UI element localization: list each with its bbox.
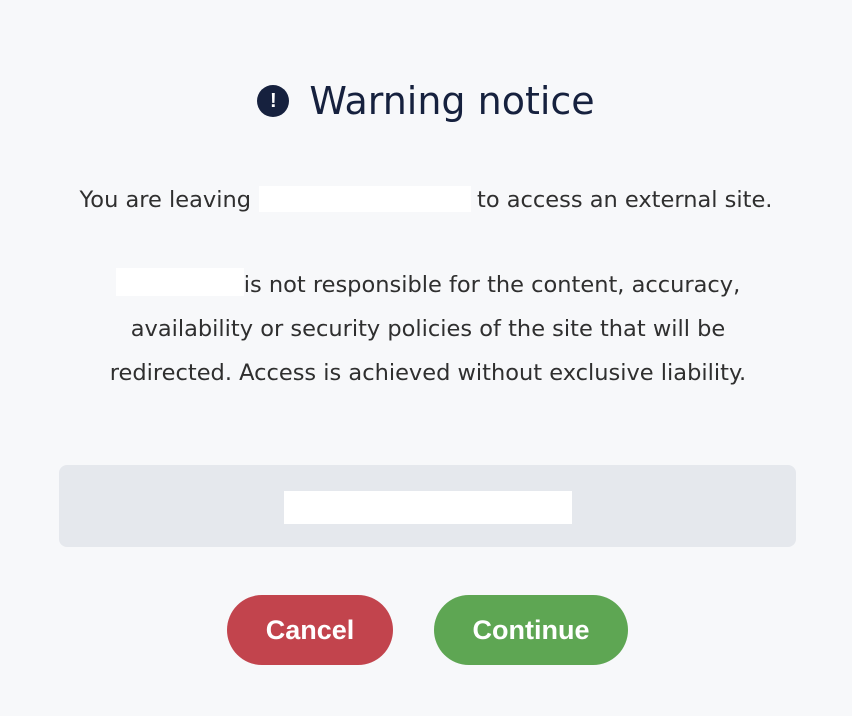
continue-button[interactable]: Continue: [434, 595, 628, 665]
exclamation-circle-icon: !: [257, 85, 290, 117]
redacted-site-name: [259, 185, 472, 212]
leaving-notice: You are leaving to access an external sit…: [0, 181, 852, 219]
dialog-header: ! Warning notice: [0, 76, 852, 126]
leaving-prefix: You are leaving: [79, 187, 252, 213]
leaving-suffix: to access an external site.: [477, 187, 773, 213]
cancel-button[interactable]: Cancel: [227, 595, 393, 665]
exclamation-glyph: !: [269, 89, 277, 112]
dialog-title: Warning notice: [309, 79, 595, 123]
redacted-destination-url: [283, 490, 572, 524]
destination-url-box: [59, 465, 796, 547]
disclaimer-paragraph: is not responsible for the content, accu…: [70, 263, 786, 395]
redacted-org-name: [115, 267, 244, 296]
